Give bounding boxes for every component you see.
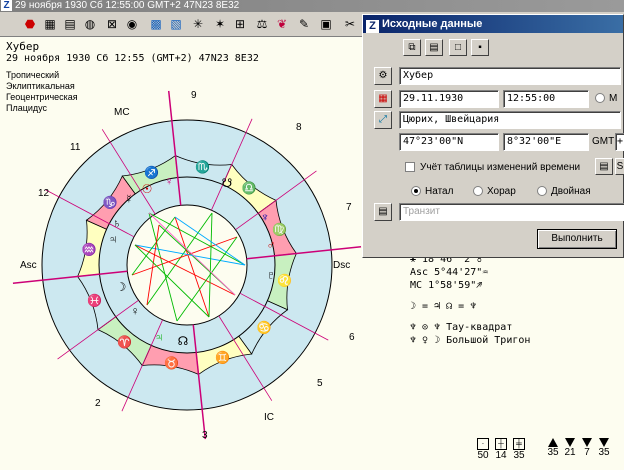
paste-button[interactable]: ▤ xyxy=(425,39,443,56)
sign-glyph: ♋ xyxy=(256,320,271,334)
s-button[interactable]: S xyxy=(615,158,624,175)
mc-label: MC xyxy=(114,107,130,118)
counter-grid[interactable]: ┼ 14 xyxy=(492,438,510,462)
planet-glyph[interactable]: ♇ xyxy=(267,268,276,282)
aspect-pattern-row: ☽ = ♃ ☊ = ♆ xyxy=(410,301,477,312)
sign-glyph: ♑ xyxy=(103,196,118,210)
radio-natal[interactable]: Натал xyxy=(411,186,453,198)
position-row: MC 1°58'59"♐ xyxy=(410,280,483,291)
planet-glyph[interactable]: ♃ xyxy=(109,232,118,246)
planet-glyph[interactable]: ♆ xyxy=(261,210,270,224)
transit-icon[interactable]: ▤ xyxy=(374,203,392,221)
planet-glyph[interactable]: ♀ xyxy=(131,304,140,318)
house-7: 7 xyxy=(346,202,352,213)
ic-label: IC xyxy=(264,412,274,423)
house-6: 6 xyxy=(349,332,355,343)
checkbox-box xyxy=(405,162,415,172)
gmt-label: GMT xyxy=(592,136,615,147)
sign-glyph: ♓ xyxy=(87,293,102,307)
planet-glyph[interactable]: ☿ xyxy=(125,192,134,206)
planet-glyph[interactable]: ☋ xyxy=(222,176,233,190)
person-icon[interactable]: ⚙ xyxy=(374,67,392,85)
longitude-field[interactable]: 8°32'00"E xyxy=(503,133,589,151)
counter-down1[interactable]: 21 xyxy=(561,438,579,459)
house-3: 3 xyxy=(202,430,208,441)
radio-horar[interactable]: Хорар xyxy=(473,186,516,198)
square-dot-icon: · xyxy=(477,438,489,450)
date-field[interactable]: 29.11.1930 xyxy=(399,90,499,108)
map-icon[interactable]: ⤢ xyxy=(374,111,392,129)
sign-glyph: ♍ xyxy=(272,223,287,237)
radio-dot xyxy=(411,186,421,196)
latitude-field[interactable]: 47°23'00"N xyxy=(399,133,499,151)
house-11: 11 xyxy=(70,142,81,153)
aspect-pattern-row: ♆ ♀ ☽ Большой Тригон xyxy=(410,335,531,346)
counter-down3[interactable]: 35 xyxy=(595,438,613,459)
calendar-icon[interactable]: ▦ xyxy=(374,90,392,108)
sign-glyph: ♏ xyxy=(195,160,210,174)
gmt-field[interactable]: + xyxy=(615,133,624,151)
house-9: 9 xyxy=(191,90,197,101)
counter-conjunction[interactable]: · 50 xyxy=(474,438,492,462)
dialog-logo-icon: Z xyxy=(366,20,379,33)
position-row: Asc 5°44'27"♒ xyxy=(410,267,489,278)
counter-trine[interactable]: 35 xyxy=(544,438,562,459)
aspect-pattern-row: ♆ ⊙ ♆ Тау-квадрат xyxy=(410,322,513,333)
execute-button[interactable]: Выполнить xyxy=(537,229,617,249)
radio-double[interactable]: Двойная xyxy=(537,186,591,198)
counter-down2[interactable]: 7 xyxy=(578,438,596,459)
house-8: 8 xyxy=(296,122,302,133)
sign-glyph: ♉ xyxy=(164,356,179,370)
planet-glyph[interactable]: ♂ xyxy=(267,238,276,252)
radio-dot xyxy=(473,186,483,196)
planet-glyph[interactable]: ☽ xyxy=(116,280,127,294)
triangle-down-icon xyxy=(565,438,575,447)
place-field[interactable]: Цюрих, Швейцария xyxy=(399,111,621,129)
planet-glyph[interactable]: ♄ xyxy=(113,216,122,230)
dsc-label: Dsc xyxy=(333,260,350,271)
transit-field[interactable]: Транзит xyxy=(399,203,624,221)
name-field[interactable]: Хубер xyxy=(399,67,621,85)
triangle-up-icon xyxy=(548,438,558,447)
triangle-down-x-icon xyxy=(599,438,609,447)
source-data-dialog: Z Исходные данные ⧉ ▤ □ ▪ ⚙ Хубер ▦ 29.11… xyxy=(362,14,624,258)
dst-checkbox[interactable]: Учёт таблицы изменений времени xyxy=(405,162,580,174)
triangle-down-icon xyxy=(582,438,592,447)
positions-list: ⚹ 18°46' 2"♉ Asc 5°44'27"♒ MC 1°58'59"♐ … xyxy=(410,253,530,347)
grid2-icon: ╪ xyxy=(513,438,525,450)
planet-glyph[interactable]: ♃ xyxy=(155,330,164,344)
time-field[interactable]: 12:55:00 xyxy=(503,90,589,108)
radio-dot xyxy=(595,93,605,103)
counter-grid2[interactable]: ╪ 35 xyxy=(510,438,528,462)
new-button[interactable]: □ xyxy=(449,39,467,56)
planet-glyph[interactable]: ☊ xyxy=(178,334,189,348)
house-12: 12 xyxy=(38,188,50,199)
sign-glyph: ♊ xyxy=(215,350,230,364)
dialog-title: Исходные данные xyxy=(382,18,483,30)
sign-glyph: ♌ xyxy=(277,273,292,287)
planet-glyph[interactable]: ♀ xyxy=(165,174,174,188)
planet-glyph[interactable]: ☉ xyxy=(142,182,153,196)
copy-button[interactable]: ⧉ xyxy=(403,39,421,56)
sign-glyph: ♒ xyxy=(82,243,97,257)
sign-glyph: ♎ xyxy=(242,181,257,195)
dialog-title-bar: Z Исходные данные xyxy=(363,15,623,33)
grid-icon: ┼ xyxy=(495,438,507,450)
house-5: 5 xyxy=(317,378,323,389)
radio-dot xyxy=(537,186,547,196)
house-2: 2 xyxy=(95,398,101,409)
doc-button[interactable]: ▤ xyxy=(595,158,613,175)
sign-glyph: ♈ xyxy=(117,335,132,349)
aspect-counters: · 50 ┼ 14 ╪ 35 35 21 7 35 xyxy=(474,438,624,468)
radio-m[interactable]: М xyxy=(595,93,617,105)
asc-label: Asc xyxy=(20,260,37,271)
sign-glyph: ♐ xyxy=(144,166,159,180)
save-button[interactable]: ▪ xyxy=(471,39,489,56)
